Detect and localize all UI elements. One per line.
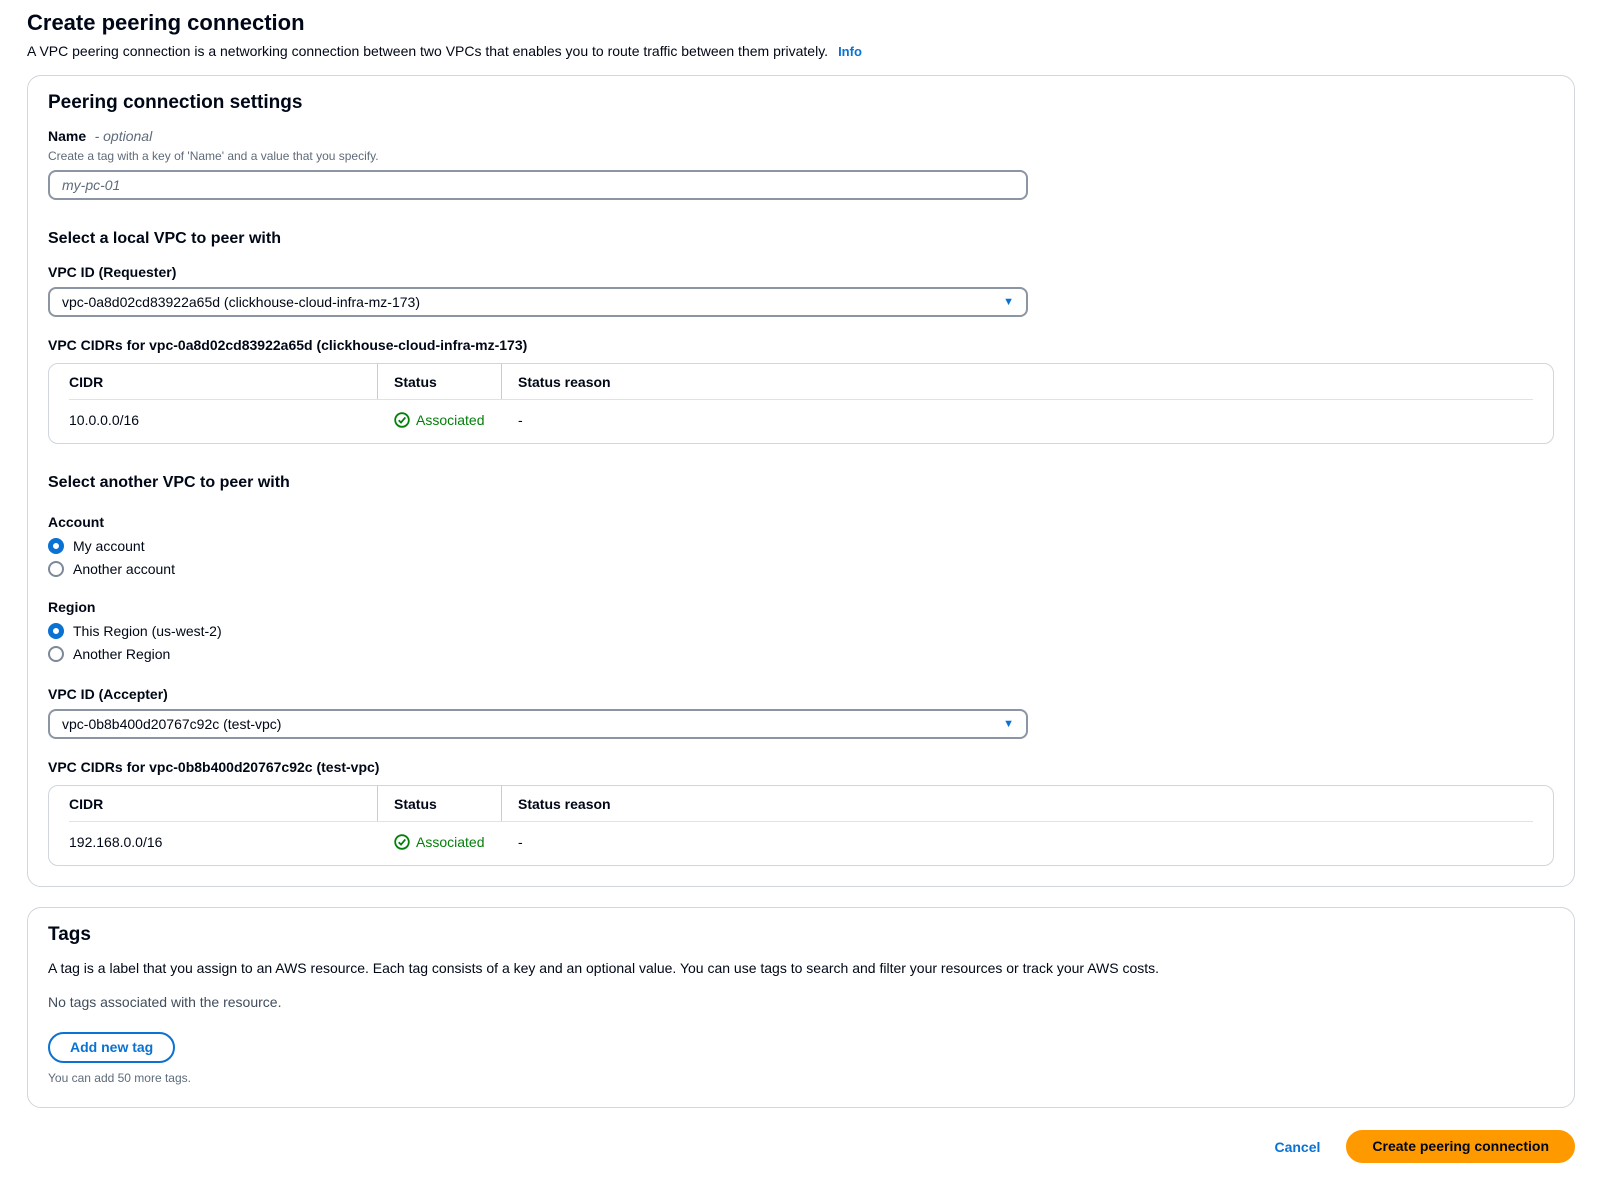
caret-down-icon: ▼ [1003,297,1014,308]
column-header-status: Status [377,364,501,399]
radio-label: This Region (us-west-2) [73,623,222,639]
name-field-group: Name - optional Create a tag with a key … [48,128,1554,200]
column-header-cidr: CIDR [69,786,377,821]
tags-card-heading: Tags [48,924,1554,946]
radio-label: Another account [73,561,175,577]
cidr-value: 192.168.0.0/16 [69,834,377,850]
account-group-label: Account [48,514,1554,530]
another-vpc-heading: Select another VPC to peer with [48,474,1554,492]
tags-empty-text: No tags associated with the resource. [48,994,1554,1010]
peering-settings-card: Peering connection settings Name - optio… [27,75,1575,887]
radio-button-unselected[interactable] [48,646,64,662]
tags-card: Tags A tag is a label that you assign to… [27,907,1575,1108]
page-description: A VPC peering connection is a networking… [27,43,1575,59]
info-link[interactable]: Info [838,44,862,59]
radio-button-selected[interactable] [48,538,64,554]
add-new-tag-button[interactable]: Add new tag [48,1032,175,1063]
check-circle-icon [394,834,410,850]
radio-option-my-account[interactable]: My account [48,538,1554,554]
vpc-accepter-select[interactable]: vpc-0b8b400d20767c92c (test-vpc) ▼ [48,709,1028,739]
local-vpc-heading: Select a local VPC to peer with [48,230,1554,248]
vpc-requester-select-value: vpc-0a8d02cd83922a65d (clickhouse-cloud-… [62,294,420,310]
accepter-cidr-table: CIDR Status Status reason 192.168.0.0/16… [48,785,1554,866]
create-peering-connection-page: Create peering connection A VPC peering … [0,0,1600,1187]
status-text: Associated [416,834,484,850]
column-header-status-reason: Status reason [501,364,1533,399]
radio-option-another-account[interactable]: Another account [48,561,1554,577]
page-title: Create peering connection [27,10,1575,36]
status-reason-value: - [501,412,1533,428]
name-field-label-row: Name - optional [48,128,1554,146]
column-header-cidr: CIDR [69,364,377,399]
radio-label: My account [73,538,145,554]
table-row: 10.0.0.0/16 Associated - [69,400,1533,443]
tags-remaining-text: You can add 50 more tags. [48,1071,1554,1085]
page-description-text: A VPC peering connection is a networking… [27,43,828,59]
table-row: 192.168.0.0/16 Associated - [69,822,1533,865]
status-value: Associated [377,834,501,850]
name-label: Name [48,128,86,144]
settings-card-heading: Peering connection settings [48,92,1554,114]
create-peering-connection-button[interactable]: Create peering connection [1346,1130,1575,1163]
caret-down-icon: ▼ [1003,719,1014,730]
cidr-value: 10.0.0.0/16 [69,412,377,428]
name-help-text: Create a tag with a key of 'Name' and a … [48,149,1554,163]
status-value: Associated [377,412,501,428]
region-group-label: Region [48,599,1554,615]
accepter-cidrs-label: VPC CIDRs for vpc-0b8b400d20767c92c (tes… [48,759,1554,775]
requester-cidrs-label: VPC CIDRs for vpc-0a8d02cd83922a65d (cli… [48,337,1554,353]
status-reason-value: - [501,834,1533,850]
cancel-button[interactable]: Cancel [1274,1139,1320,1155]
requester-cidr-table: CIDR Status Status reason 10.0.0.0/16 As… [48,363,1554,444]
form-actions: Cancel Create peering connection [27,1130,1575,1163]
vpc-accepter-select-value: vpc-0b8b400d20767c92c (test-vpc) [62,716,281,732]
column-header-status: Status [377,786,501,821]
table-header-row: CIDR Status Status reason [69,786,1533,822]
radio-button-unselected[interactable] [48,561,64,577]
vpc-accepter-label: VPC ID (Accepter) [48,686,1554,702]
radio-button-selected[interactable] [48,623,64,639]
status-text: Associated [416,412,484,428]
radio-option-another-region[interactable]: Another Region [48,646,1554,662]
column-header-status-reason: Status reason [501,786,1533,821]
table-header-row: CIDR Status Status reason [69,364,1533,400]
radio-option-this-region[interactable]: This Region (us-west-2) [48,623,1554,639]
radio-label: Another Region [73,646,170,662]
tags-description: A tag is a label that you assign to an A… [48,960,1554,976]
name-optional-label: - optional [95,128,153,144]
vpc-requester-label: VPC ID (Requester) [48,264,1554,280]
name-input[interactable] [48,170,1028,200]
check-circle-icon [394,412,410,428]
vpc-requester-select[interactable]: vpc-0a8d02cd83922a65d (clickhouse-cloud-… [48,287,1028,317]
